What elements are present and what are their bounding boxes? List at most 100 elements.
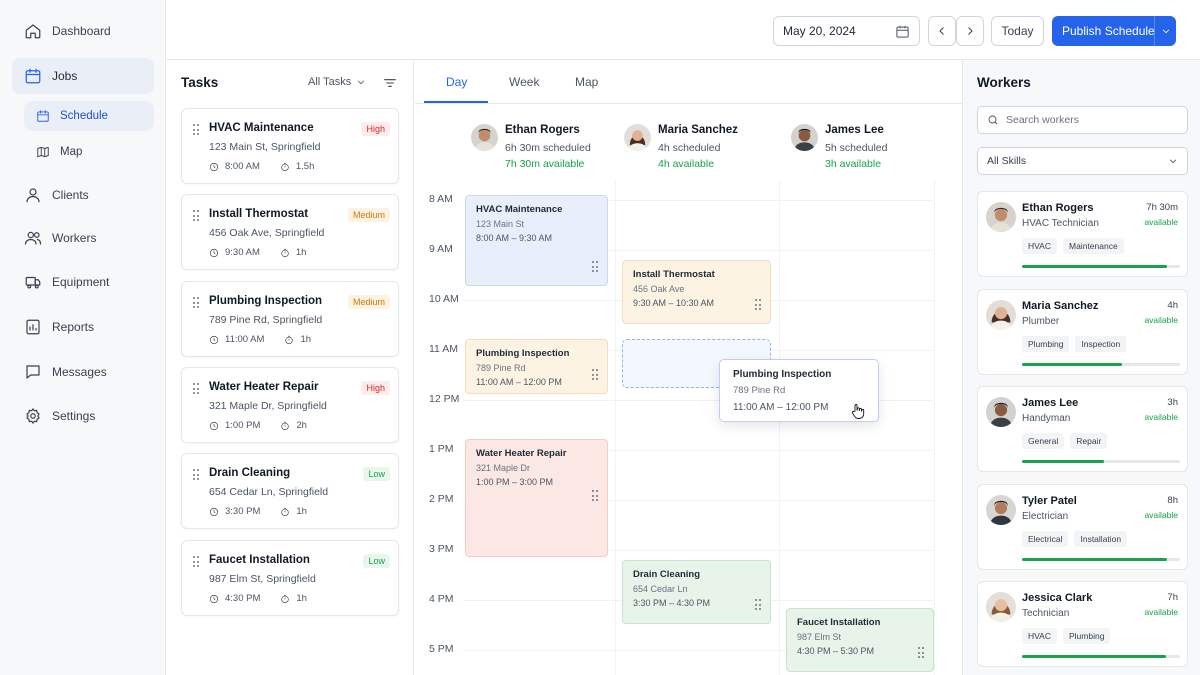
utilization-bar	[1022, 655, 1180, 658]
hour-label: 10 AM	[429, 293, 459, 305]
event-drain-cleaning[interactable]: Drain Cleaning 654 Cedar Ln 3:30 PM – 4:…	[622, 560, 771, 624]
chevron-right-icon	[968, 27, 973, 35]
filter-icon[interactable]	[382, 75, 398, 91]
event-address: 123 Main St	[476, 219, 525, 229]
event-address: 987 Elm St	[797, 632, 842, 642]
sidebar-item-workers[interactable]: Workers	[12, 220, 154, 256]
worker-role: Handyman	[1022, 413, 1071, 424]
timer-icon	[285, 335, 294, 344]
event-address: 654 Cedar Ln	[633, 584, 688, 594]
avatar	[624, 124, 651, 151]
clock-icon	[209, 162, 219, 171]
drag-handle-icon[interactable]	[193, 383, 199, 395]
task-name: HVAC Maintenance	[209, 122, 314, 134]
task-card[interactable]: Faucet Installation 987 Elm St, Springfie…	[181, 540, 399, 616]
worker-card[interactable]: James Lee Handyman 3h available General Repai…	[977, 386, 1188, 472]
sidebar-item-dashboard[interactable]: Dashboard	[12, 13, 154, 49]
tab-day[interactable]: Day	[446, 75, 467, 89]
sidebar-item-settings[interactable]: Settings	[12, 398, 154, 434]
event-time: 8:00 AM – 9:30 AM	[476, 233, 553, 243]
drag-handle-icon[interactable]	[193, 210, 199, 222]
map-icon	[37, 146, 49, 158]
drag-handle-icon[interactable]	[592, 261, 598, 273]
worker-card[interactable]: Maria Sanchez Plumber 4h available Plumbing I…	[977, 289, 1188, 375]
skill-tag: General	[1022, 433, 1065, 449]
date-picker[interactable]: May 20, 2024	[773, 16, 920, 46]
next-day-button[interactable]	[956, 16, 984, 46]
timer-icon	[281, 162, 289, 171]
task-duration-group: 1h	[280, 247, 306, 258]
skill-tag: Plumbing	[1063, 628, 1111, 644]
worker-card[interactable]: Tyler Patel Electrician 8h available Electri…	[977, 484, 1188, 570]
task-card[interactable]: Plumbing Inspection 789 Pine Rd, Springfi…	[181, 281, 399, 357]
skill-tags: Electrical Installation	[1022, 531, 1128, 547]
tab-week[interactable]: Week	[509, 75, 539, 89]
utilization-fill	[1022, 363, 1122, 366]
chevron-down-icon	[1169, 159, 1177, 164]
task-duration: 1h	[300, 334, 312, 345]
sidebar-item-map[interactable]: Map	[24, 137, 154, 167]
worker-scheduled: 6h 30m scheduled	[505, 142, 591, 154]
priority-badge: High	[361, 381, 390, 395]
drag-handle-icon[interactable]	[592, 369, 598, 381]
message-icon	[26, 365, 40, 379]
sidebar-item-messages[interactable]: Messages	[12, 354, 154, 390]
utilization-bar	[1022, 460, 1180, 463]
worker-card[interactable]: Jessica Clark Technician 7h available HVAC Pl…	[977, 581, 1188, 667]
event-title: Drain Cleaning	[633, 569, 701, 580]
hour-label: 12 PM	[429, 393, 460, 405]
sidebar-item-label: Clients	[52, 188, 89, 202]
sidebar: Dashboard Jobs Schedule Map Clients Work…	[0, 0, 166, 675]
hour-label: 3 PM	[429, 543, 454, 555]
task-duration-group: 2h	[280, 420, 307, 431]
sidebar-item-clients[interactable]: Clients	[12, 177, 154, 213]
priority-badge: Low	[363, 554, 390, 568]
event-plumbing-inspection[interactable]: Plumbing Inspection 789 Pine Rd 11:00 AM…	[465, 339, 608, 394]
drag-handle-icon[interactable]	[755, 299, 761, 311]
hour-label: 11 AM	[429, 343, 458, 355]
tab-map[interactable]: Map	[575, 75, 598, 89]
sidebar-item-label: Reports	[52, 320, 95, 334]
previous-day-button[interactable]	[928, 16, 956, 46]
sidebar-item-equipment[interactable]: Equipment	[12, 264, 154, 300]
drag-handle-icon[interactable]	[193, 469, 199, 481]
task-duration-group: 1h	[284, 334, 311, 345]
drag-handle-icon[interactable]	[193, 297, 199, 309]
hour-label: 2 PM	[429, 493, 454, 505]
worker-hours: 7h	[1167, 592, 1178, 603]
drag-handle-icon[interactable]	[193, 556, 199, 568]
event-water-heater-repair[interactable]: Water Heater Repair 321 Maple Dr 1:00 PM…	[465, 439, 608, 557]
sidebar-item-jobs[interactable]: Jobs	[12, 58, 154, 94]
sidebar-item-label: Workers	[52, 231, 97, 245]
event-install-thermostat[interactable]: Install Thermostat 456 Oak Ave 9:30 AM –…	[622, 260, 771, 324]
task-name: Drain Cleaning	[209, 467, 291, 479]
skills-filter-value: All Skills	[987, 155, 1027, 167]
task-card[interactable]: HVAC Maintenance 123 Main St, Springfield…	[181, 108, 399, 184]
drag-handle-icon[interactable]	[592, 490, 598, 502]
today-button[interactable]: Today	[991, 16, 1044, 46]
publish-label: Publish Schedule	[1062, 24, 1155, 38]
task-card[interactable]: Install Thermostat 456 Oak Ave, Springfie…	[181, 194, 399, 270]
skill-tags: HVAC Plumbing	[1022, 628, 1111, 644]
sidebar-item-reports[interactable]: Reports	[12, 309, 154, 345]
top-toolbar: May 20, 2024 Today Publish Schedule	[166, 0, 1200, 60]
event-faucet-installation[interactable]: Faucet Installation 987 Elm St 4:30 PM –…	[786, 608, 934, 672]
skills-filter-select[interactable]: All Skills	[977, 147, 1188, 175]
publish-schedule-button[interactable]: Publish Schedule	[1052, 16, 1176, 46]
publish-options-dropdown[interactable]	[1154, 16, 1176, 46]
task-filter-dropdown[interactable]: All Tasks	[308, 76, 366, 88]
skill-tags: General Repair	[1022, 433, 1108, 449]
drag-handle-icon[interactable]	[918, 647, 924, 659]
task-card[interactable]: Drain Cleaning 654 Cedar Ln, Springfield 3…	[181, 453, 399, 529]
drag-handle-icon[interactable]	[193, 124, 199, 136]
worker-available: available	[1144, 412, 1178, 422]
calendar-icon	[37, 110, 49, 122]
sidebar-item-label: Schedule	[60, 110, 108, 122]
task-meta: 3:30 PM 1h	[209, 506, 307, 517]
drag-handle-icon[interactable]	[755, 599, 761, 611]
task-card[interactable]: Water Heater Repair 321 Maple Dr, Springf…	[181, 367, 399, 443]
sidebar-item-schedule[interactable]: Schedule	[24, 101, 154, 131]
worker-card[interactable]: Ethan Rogers HVAC Technician 7h 30m availab…	[977, 191, 1188, 277]
event-hvac-maintenance[interactable]: HVAC Maintenance 123 Main St 8:00 AM – 9…	[465, 195, 608, 286]
search-workers-input[interactable]: Search workers	[977, 106, 1188, 134]
